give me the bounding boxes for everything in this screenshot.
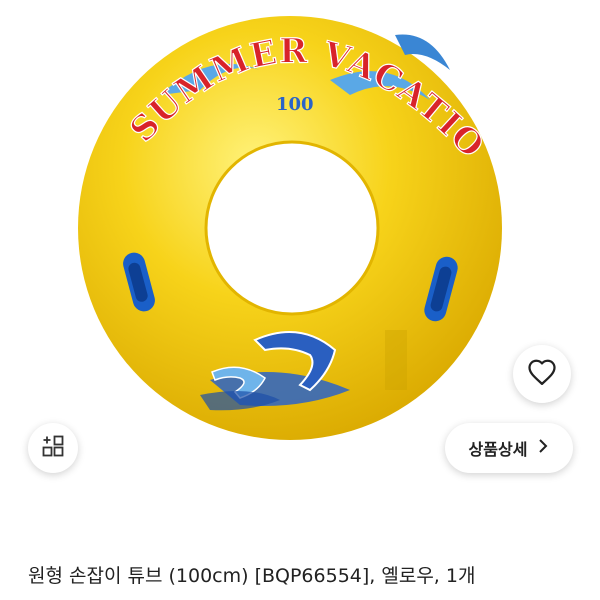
category-button[interactable]	[28, 423, 78, 473]
chevron-right-icon	[537, 438, 549, 458]
heart-outline-icon	[527, 358, 557, 390]
size-label: 100	[276, 94, 314, 115]
product-detail-button[interactable]: 상품상세	[445, 423, 573, 473]
grid-plus-icon	[41, 434, 65, 462]
product-detail-label: 상품상세	[468, 440, 528, 459]
product-title: 원형 손잡이 튜브 (100cm) [BQP66554], 옐로우, 1개	[28, 565, 476, 587]
product-image: SUMMER VACATION 100	[0, 0, 502, 440]
wishlist-button[interactable]	[513, 345, 571, 403]
